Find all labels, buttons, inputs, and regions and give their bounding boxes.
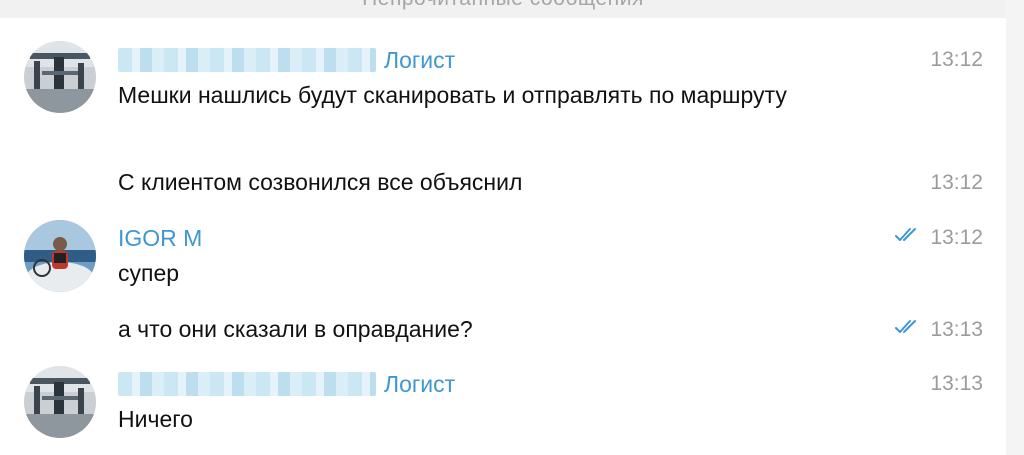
sender-name[interactable]: Логист	[384, 47, 455, 74]
scrollbar-track[interactable]	[1006, 0, 1024, 455]
message-text: супер	[118, 260, 180, 286]
time-label: 13:13	[930, 372, 983, 395]
time-label: 13:13	[930, 318, 983, 341]
time-label: 13:12	[930, 48, 983, 71]
message-time: 13:13	[894, 315, 983, 345]
time-label: 13:12	[930, 226, 983, 249]
message-text: Ничего	[118, 406, 193, 432]
unread-messages-divider: Непрочитанные сообщения	[0, 0, 1006, 18]
avatar-photo-logist	[24, 366, 96, 438]
message-text: а что они сказали в оправдание?	[118, 316, 473, 342]
sender-row-3: Логист	[118, 369, 455, 399]
message-text: Мешки нашлись будут сканировать и отправ…	[118, 82, 787, 108]
avatar-photo-logist	[24, 41, 96, 113]
avatar-photo-igor	[24, 220, 96, 292]
double-check-icon	[894, 318, 924, 342]
time-label: 13:12	[930, 171, 983, 194]
sender-row-1: Логист	[118, 45, 455, 75]
unread-divider-label: Непрочитанные сообщения	[362, 0, 644, 10]
sender-name[interactable]: Логист	[384, 371, 455, 398]
message-time: 13:12	[930, 168, 983, 198]
message-time: 13:13	[930, 369, 983, 399]
redacted-name	[118, 372, 376, 396]
sender-name[interactable]: IGOR M	[118, 225, 202, 252]
sender-row-2: IGOR M	[118, 223, 202, 253]
message-text: С клиентом созвонился все объяснил	[118, 169, 523, 195]
redacted-name	[118, 48, 376, 72]
avatar-logist[interactable]	[24, 366, 96, 438]
avatar-logist[interactable]	[24, 41, 96, 113]
avatar-igor-m[interactable]	[24, 220, 96, 292]
message-time: 13:12	[930, 45, 983, 75]
chat-window: Непрочитанные сообщения Логист 13:12 Меш…	[0, 0, 1024, 455]
message-time: 13:12	[894, 223, 983, 253]
double-check-icon	[894, 226, 924, 250]
